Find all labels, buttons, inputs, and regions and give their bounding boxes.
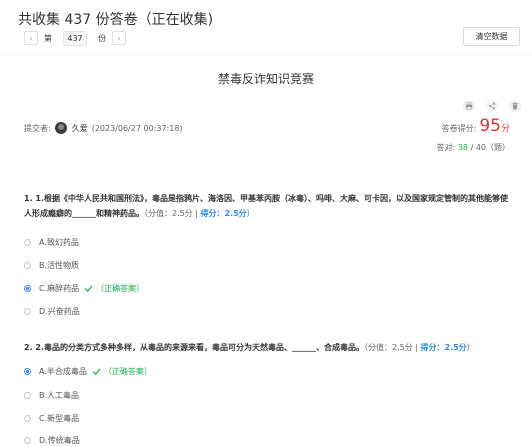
submitter-name: 久爱 bbox=[71, 123, 88, 133]
option-2b[interactable]: B.人工毒品 bbox=[24, 390, 79, 401]
total-count: / 40（题） bbox=[470, 143, 510, 152]
correct-answer-tag: （正确答案） bbox=[103, 367, 152, 376]
pager-suffix: 份 bbox=[98, 33, 106, 43]
submitter-info: 提交者: 久爱 (2023/06/27 00:37:18) bbox=[24, 122, 183, 134]
share-icon[interactable] bbox=[486, 100, 498, 112]
question-2: 2. 2.毒品的分类方式多种多样，从毒品的来源来看，毒品可分为天然毒品、____… bbox=[24, 340, 514, 355]
option-2c[interactable]: C.新型毒品 bbox=[24, 413, 79, 424]
question-text: 1. 1.根据《中华人民共和国刑法》，毒品是指鸦片、海洛因、甲基苯丙胺（冰毒）、… bbox=[24, 191, 514, 221]
option-2d[interactable]: D.传统毒品 bbox=[24, 435, 80, 446]
option-label: C.新型毒品 bbox=[39, 414, 80, 423]
question-score: 得分：2.5分 bbox=[420, 343, 467, 352]
toolbar bbox=[463, 100, 532, 112]
print-icon[interactable] bbox=[463, 100, 475, 112]
option-2a[interactable]: A.半合成毒品 （正确答案） bbox=[24, 366, 152, 377]
question-text: 2. 2.毒品的分类方式多种多样，从毒品的来源来看，毒品可分为天然毒品、____… bbox=[24, 340, 514, 355]
check-icon bbox=[84, 285, 93, 292]
question-meta-end: ） bbox=[466, 343, 475, 352]
question-stem: 2. 2.毒品的分类方式多种多样，从毒品的来源来看，毒品可分为天然毒品、____… bbox=[24, 343, 364, 352]
pager: ‹ 第 437 份 › bbox=[24, 30, 126, 46]
question-meta: （分值：2.5分 | bbox=[364, 343, 421, 352]
radio-button-checked[interactable] bbox=[24, 285, 31, 292]
option-label: D.兴奋药品 bbox=[39, 307, 80, 316]
question-1: 1. 1.根据《中华人民共和国刑法》，毒品是指鸦片、海洛因、甲基苯丙胺（冰毒）、… bbox=[24, 191, 514, 221]
correct-number: 38 bbox=[457, 143, 469, 152]
submit-time: (2023/06/27 00:37:18) bbox=[91, 123, 183, 133]
radio-button[interactable] bbox=[24, 239, 31, 246]
option-1d[interactable]: D.兴奋药品 bbox=[24, 306, 80, 317]
correct-count: 答对: 38 / 40（题） bbox=[437, 142, 510, 153]
radio-button[interactable] bbox=[24, 308, 31, 315]
page-title: 共收集 437 份答卷（正在收集) bbox=[18, 12, 214, 28]
question-meta: （分值：2.5分 | bbox=[144, 209, 201, 218]
option-1a[interactable]: A.致幻药品 bbox=[24, 237, 79, 248]
page-number-input[interactable]: 437 bbox=[63, 30, 87, 46]
correct-label: 答对: bbox=[436, 143, 456, 152]
divider bbox=[0, 54, 532, 55]
option-label: B.活性物质 bbox=[39, 261, 80, 270]
clear-data-button[interactable]: 清空数据 bbox=[463, 27, 520, 46]
option-1c[interactable]: C.麻醉药品 （正确答案） bbox=[24, 283, 144, 294]
check-icon bbox=[92, 368, 101, 375]
question-stem: 1. 1.根据《中华人民共和国刑法》，毒品是指鸦片、海洛因、甲基苯丙胺（冰毒）、… bbox=[24, 194, 508, 218]
option-1b[interactable]: B.活性物质 bbox=[24, 260, 79, 271]
score-row: 答卷得分: 95 分 bbox=[442, 116, 510, 136]
question-meta-end: ） bbox=[246, 209, 255, 218]
avatar bbox=[54, 122, 67, 134]
option-label: B.人工毒品 bbox=[39, 391, 80, 400]
radio-button[interactable] bbox=[24, 437, 31, 444]
radio-button-checked[interactable] bbox=[24, 368, 31, 375]
question-score: 得分：2.5分 bbox=[200, 209, 247, 218]
score-unit: 分 bbox=[500, 124, 510, 134]
prev-page-button[interactable]: ‹ bbox=[24, 31, 38, 45]
quiz-title: 禁毒反诈知识竞赛 bbox=[217, 72, 314, 86]
option-label: C.麻醉药品 bbox=[39, 284, 80, 293]
option-label: D.传统毒品 bbox=[39, 436, 80, 445]
correct-answer-tag: （正确答案） bbox=[96, 284, 145, 293]
option-label: A.致幻药品 bbox=[39, 238, 79, 247]
trash-icon[interactable] bbox=[509, 100, 521, 112]
radio-button[interactable] bbox=[24, 392, 31, 399]
score-label: 答卷得分: bbox=[441, 124, 477, 133]
score-value: 95 bbox=[479, 116, 501, 136]
radio-button[interactable] bbox=[24, 415, 31, 422]
pager-prefix: 第 bbox=[44, 33, 52, 43]
next-page-button[interactable]: › bbox=[112, 31, 126, 45]
option-label: A.半合成毒品 bbox=[39, 367, 87, 376]
radio-button[interactable] bbox=[24, 262, 31, 269]
submitter-label: 提交者: bbox=[24, 123, 51, 133]
